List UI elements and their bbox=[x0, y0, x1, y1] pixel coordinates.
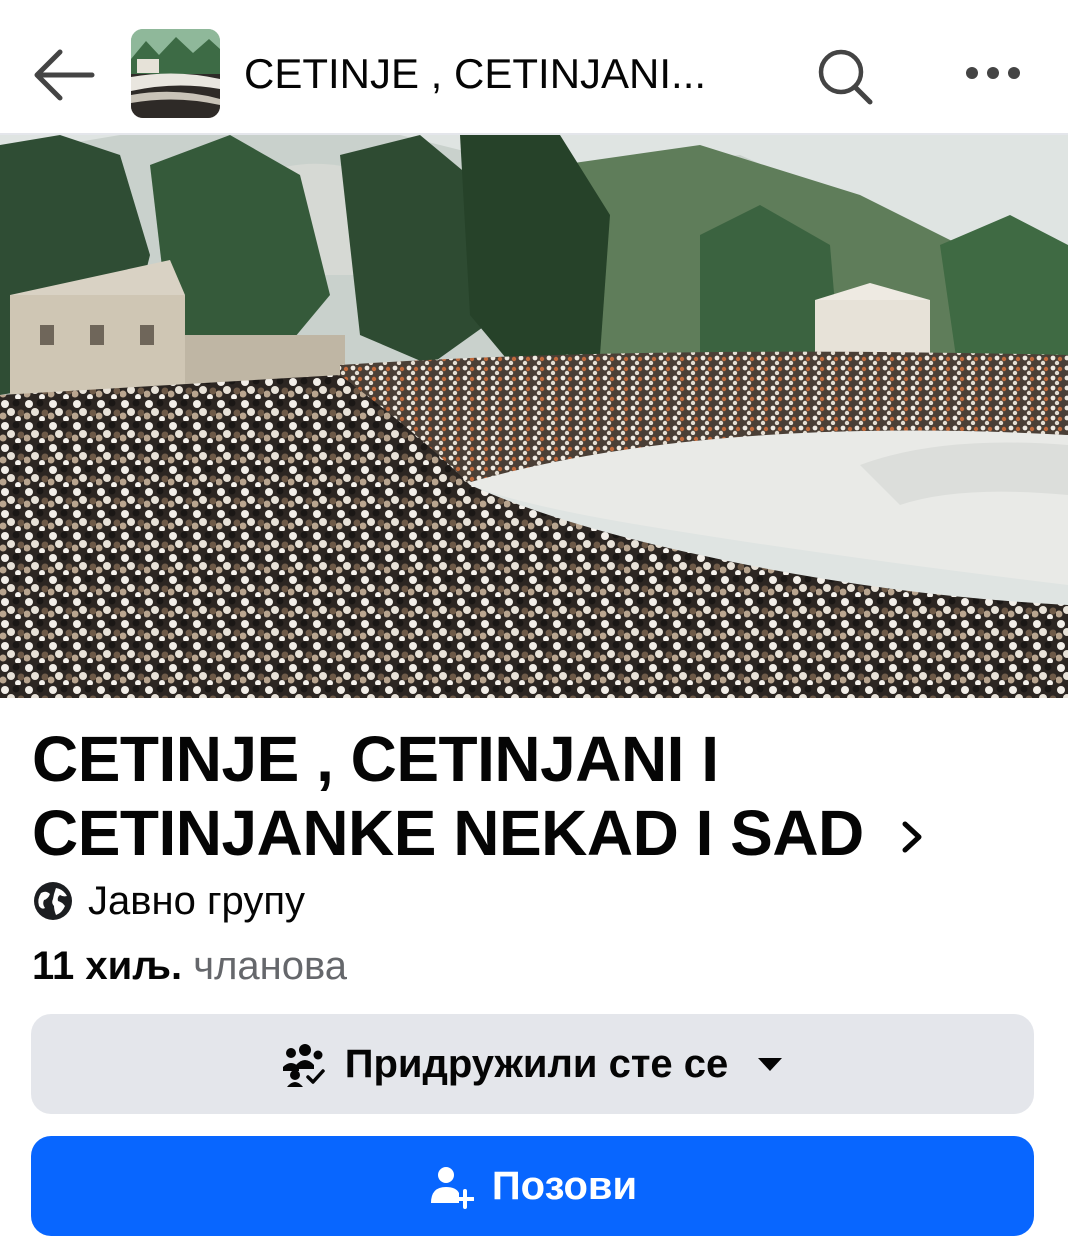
joined-button[interactable]: Придружили сте се bbox=[31, 1014, 1034, 1114]
group-members-check-icon bbox=[282, 1044, 325, 1087]
members-row[interactable]: 11 хиљ. чланова bbox=[32, 940, 347, 992]
members-count: 11 хиљ. bbox=[32, 944, 183, 988]
cover-photo[interactable] bbox=[0, 135, 1068, 698]
members-label: чланова bbox=[193, 944, 348, 988]
joined-label: Придружили сте се bbox=[344, 1041, 729, 1086]
chevron-right-icon bbox=[902, 821, 922, 853]
globe-icon bbox=[34, 882, 72, 920]
cover-photo-image bbox=[0, 135, 1068, 698]
privacy-label: Јавно групу bbox=[88, 878, 305, 923]
group-name[interactable]: CETINJE , CETINJANI I CETINJANKE NEKAD I… bbox=[32, 722, 932, 870]
group-details-button[interactable] bbox=[893, 812, 933, 862]
caret-down-icon bbox=[758, 1058, 783, 1071]
group-avatar-image bbox=[131, 29, 220, 118]
top-bar: CETINJE , CETINJANI... bbox=[0, 0, 1068, 135]
search-button[interactable] bbox=[812, 44, 878, 110]
group-avatar[interactable] bbox=[131, 29, 220, 118]
add-person-icon bbox=[430, 1167, 474, 1209]
privacy-row: Јавно групу bbox=[32, 876, 305, 926]
more-dots-icon bbox=[966, 67, 1020, 79]
page-title[interactable]: CETINJE , CETINJANI... bbox=[244, 48, 764, 100]
invite-label: Позови bbox=[491, 1163, 638, 1208]
back-button[interactable] bbox=[28, 40, 98, 110]
search-icon bbox=[818, 49, 873, 105]
arrow-left-icon bbox=[34, 49, 95, 101]
more-options-button[interactable] bbox=[958, 50, 1028, 96]
invite-button[interactable]: Позови bbox=[31, 1136, 1034, 1236]
